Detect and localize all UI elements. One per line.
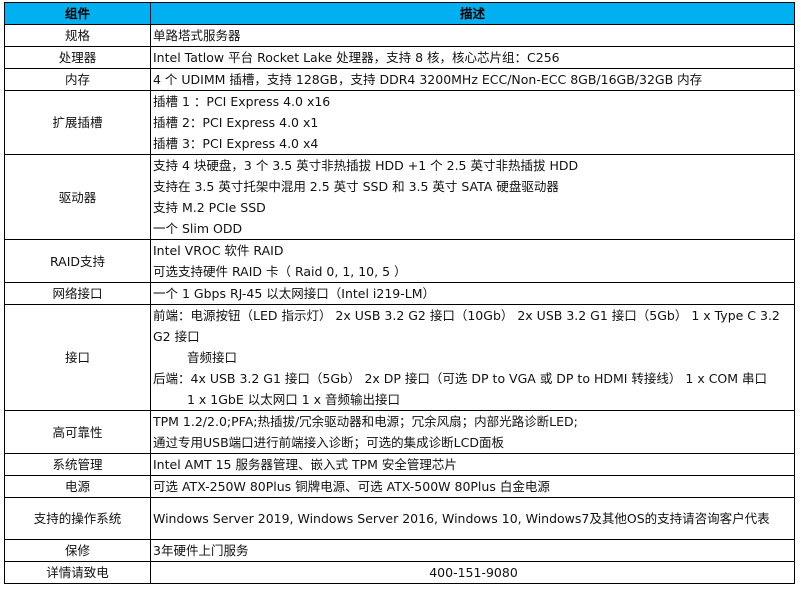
row-label: RAID支持 [4,239,151,283]
row-desc: 前端：电源按钮（LED 指示灯） 2x USB 3.2 G2 接口（10Gb） … [150,304,795,411]
table-row: RAID支持 Intel VROC 软件 RAID 可选支持硬件 RAID 卡（… [4,239,795,283]
desc-line-rear: 后端：4x USB 3.2 G1 接口（5Gb） 2x DP 接口（可选 DP … [153,371,768,386]
table-row: 网络接口 一个 1 Gbps RJ-45 以太网接口（Intel i219-LM… [4,282,795,305]
desc-line: 支持 4 块硬盘，3 个 3.5 英寸非热插拔 HDD +1 个 2.5 英寸非… [153,158,579,173]
row-desc: 可选 ATX-250W 80Plus 铜牌电源、可选 ATX-500W 80Pl… [150,475,795,498]
row-label: 内存 [4,68,151,91]
desc-line: 支持 M.2 PCIe SSD [153,200,266,215]
table-row: 内存 4 个 UDIMM 插槽，支持 128GB，支持 DDR4 3200MHz… [4,68,795,91]
table-row: 电源 可选 ATX-250W 80Plus 铜牌电源、可选 ATX-500W 8… [4,475,795,498]
row-label: 网络接口 [4,282,151,305]
desc-line: TPM 1.2/2.0;PFA;热插拔/冗余驱动器和电源；冗余风扇；内部光路诊断… [153,414,578,429]
desc-line: 可选支持硬件 RAID 卡（ Raid 0, 1, 10, 5 ） [153,264,407,279]
spec-table: 组件 描述 规格 单路塔式服务器 处理器 Intel Tatlow 平台 Roc… [4,2,795,584]
table-row: 驱动器 支持 4 块硬盘，3 个 3.5 英寸非热插拔 HDD +1 个 2.5… [4,154,795,240]
table-row: 详情请致电 400-151-9080 [4,561,795,584]
desc-line: 支持在 3.5 英寸托架中混用 2.5 英寸 SSD 和 3.5 英寸 SATA… [153,179,559,194]
row-label: 接口 [4,304,151,411]
row-desc: Intel Tatlow 平台 Rocket Lake 处理器，支持 8 核，核… [150,46,795,69]
row-label: 电源 [4,475,151,498]
table-row: 高可靠性 TPM 1.2/2.0;PFA;热插拔/冗余驱动器和电源；冗余风扇；内… [4,410,795,454]
header-component: 组件 [4,2,151,25]
desc-line-front: 前端：电源按钮（LED 指示灯） 2x USB 3.2 G2 接口（10Gb） … [153,308,780,344]
row-label: 处理器 [4,46,151,69]
desc-line: 可选 ATX-250W 80Plus 铜牌电源、可选 ATX-500W 80Pl… [153,479,550,494]
row-desc: 支持 4 块硬盘，3 个 3.5 英寸非热插拔 HDD +1 个 2.5 英寸非… [150,154,795,240]
table-row: 接口 前端：电源按钮（LED 指示灯） 2x USB 3.2 G2 接口（10G… [4,304,795,411]
row-label: 高可靠性 [4,410,151,454]
table-row: 系统管理 Intel AMT 15 服务器管理、嵌入式 TPM 安全管理芯片 [4,453,795,476]
row-label: 规格 [4,24,151,47]
table-header-row: 组件 描述 [4,2,795,25]
row-desc: Intel AMT 15 服务器管理、嵌入式 TPM 安全管理芯片 [150,453,795,476]
desc-line: Intel AMT 15 服务器管理、嵌入式 TPM 安全管理芯片 [153,457,457,472]
desc-line: Intel VROC 软件 RAID [153,243,284,258]
row-desc: Windows Server 2019, Windows Server 2016… [150,497,795,540]
row-label: 详情请致电 [4,561,151,584]
desc-line: 一个 1 Gbps RJ-45 以太网接口（Intel i219-LM） [153,286,435,301]
row-label: 支持的操作系统 [4,497,151,540]
table-row: 支持的操作系统 Windows Server 2019, Windows Ser… [4,497,795,540]
desc-line: 通过专用USB端口进行前端接入诊断；可选的集成诊断LCD面板 [153,435,504,450]
desc-line: 4 个 UDIMM 插槽，支持 128GB，支持 DDR4 3200MHz EC… [153,72,703,87]
desc-line: 插槽 2：PCI Express 4.0 x1 [153,115,319,130]
desc-line: 3年硬件上门服务 [153,543,249,558]
row-label: 系统管理 [4,453,151,476]
desc-line-rear-cont: 1 x 1GbE 以太网口 1 x 音频输出接口 [187,392,401,407]
table-row: 规格 单路塔式服务器 [4,24,795,47]
row-label: 扩展插槽 [4,90,151,155]
table-row: 扩展插槽 插槽 1 ：PCI Express 4.0 x16 插槽 2：PCI … [4,90,795,155]
desc-line: Windows Server 2019, Windows Server 2016… [153,511,770,526]
contact-phone: 400-151-9080 [150,561,795,584]
row-desc: 插槽 1 ：PCI Express 4.0 x16 插槽 2：PCI Expre… [150,90,795,155]
desc-line: 单路塔式服务器 [153,28,241,43]
row-desc: Intel VROC 软件 RAID 可选支持硬件 RAID 卡（ Raid 0… [150,239,795,283]
row-desc: 一个 1 Gbps RJ-45 以太网接口（Intel i219-LM） [150,282,795,305]
desc-line-front-audio: 音频接口 [187,350,238,365]
row-desc: 单路塔式服务器 [150,24,795,47]
row-desc: 3年硬件上门服务 [150,539,795,562]
table-row: 处理器 Intel Tatlow 平台 Rocket Lake 处理器，支持 8… [4,46,795,69]
header-description: 描述 [150,2,795,25]
row-label: 保修 [4,539,151,562]
table-row: 保修 3年硬件上门服务 [4,539,795,562]
row-desc: 4 个 UDIMM 插槽，支持 128GB，支持 DDR4 3200MHz EC… [150,68,795,91]
desc-line: Intel Tatlow 平台 Rocket Lake 处理器，支持 8 核，核… [153,50,560,65]
row-desc: TPM 1.2/2.0;PFA;热插拔/冗余驱动器和电源；冗余风扇；内部光路诊断… [150,410,795,454]
desc-line: 插槽 3：PCI Express 4.0 x4 [153,136,319,151]
desc-line: 插槽 1 ：PCI Express 4.0 x16 [153,94,331,109]
desc-line: 一个 Slim ODD [153,221,243,236]
row-label: 驱动器 [4,154,151,240]
